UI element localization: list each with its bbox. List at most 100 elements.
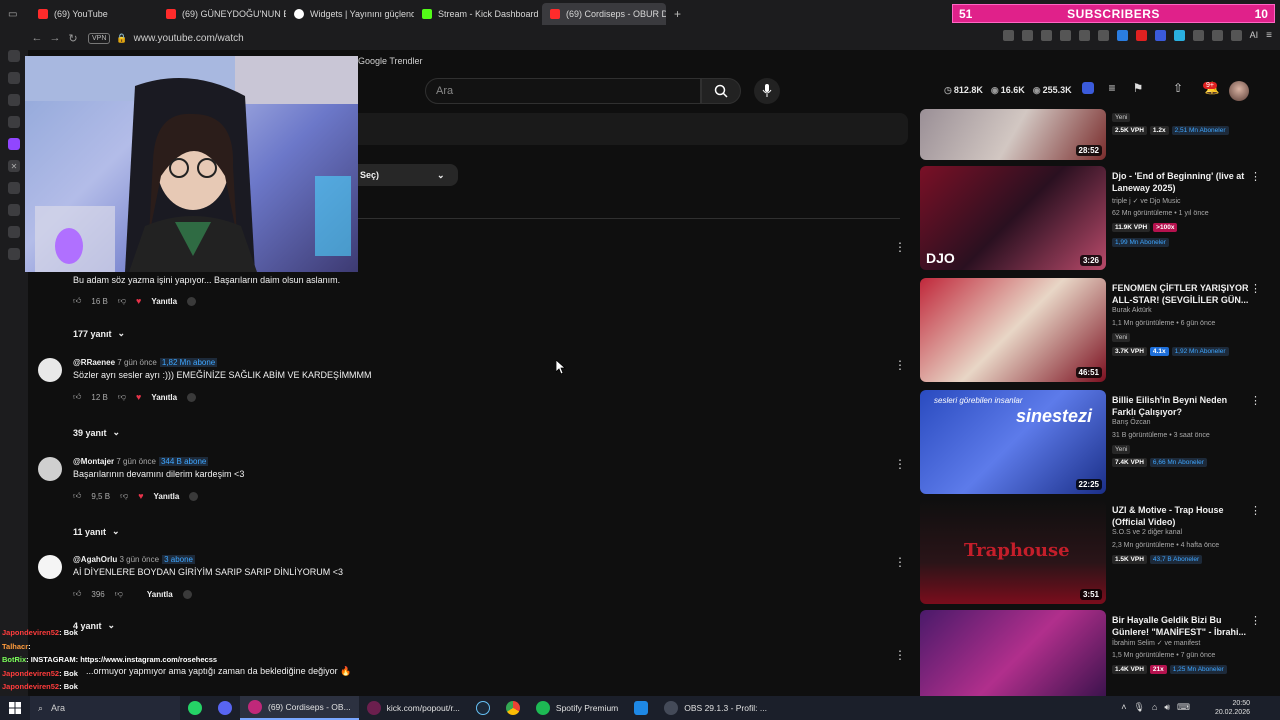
app-icon[interactable] <box>626 696 656 720</box>
video-thumbnail[interactable] <box>920 610 1106 696</box>
play-circle-icon[interactable] <box>8 182 20 194</box>
box-icon[interactable] <box>1097 30 1109 41</box>
more-options-icon[interactable]: ⋮ <box>1250 614 1261 627</box>
start-button[interactable] <box>0 696 30 720</box>
video-title[interactable]: UZI & Motive - Trap House (Official Vide… <box>1112 504 1252 528</box>
back-icon[interactable]: ← <box>28 29 46 47</box>
extension-icon[interactable] <box>1173 30 1185 41</box>
whatsapp-icon[interactable] <box>180 696 210 720</box>
more-options-icon[interactable]: ⋮ <box>894 240 906 254</box>
vpn-badge[interactable]: VPN <box>88 32 111 44</box>
reload-icon[interactable]: ↻ <box>64 29 82 47</box>
channel-name[interactable]: Burak Aktürk <box>1112 307 1152 314</box>
dislike-icon[interactable]: 👎︎ <box>118 296 126 306</box>
forward-icon[interactable]: → <box>46 29 64 47</box>
shield-icon[interactable] <box>1040 30 1052 41</box>
chevron-up-icon[interactable]: ˄ <box>1121 702 1126 713</box>
taskbar-item-spotify[interactable]: Spotify Premium <box>528 696 626 720</box>
reply-button[interactable]: Yanıtla <box>147 590 173 599</box>
comment-author[interactable]: @AgahOrlu <box>73 555 117 564</box>
more-options-icon[interactable]: ⋮ <box>1250 504 1261 517</box>
new-tab-button[interactable]: + <box>666 3 686 25</box>
more-options-icon[interactable]: ⋮ <box>894 358 906 372</box>
video-title[interactable]: Bir Hayalle Geldik Bizi Bu Günlere! "MAN… <box>1112 614 1252 638</box>
dislike-icon[interactable]: 👎︎ <box>118 392 126 402</box>
steam-icon[interactable] <box>468 696 498 720</box>
clock-icon[interactable] <box>8 204 20 216</box>
video-title[interactable]: FENOMEN ÇİFTLER YARIŞIYOR ALL-STAR! (SEV… <box>1112 282 1252 306</box>
more-options-icon[interactable]: ⋮ <box>1250 282 1261 295</box>
reply-button[interactable]: Yanıtla <box>154 492 180 501</box>
m-icon[interactable] <box>8 116 20 128</box>
taskbar-item-browser[interactable]: (69) Cordiseps - OB... <box>240 696 359 720</box>
tab-guneydogu[interactable]: (69) GÜNEYDOĞU'NUN E <box>158 3 286 25</box>
network-icon[interactable]: ⌂ <box>1152 702 1157 713</box>
sidebar-toggle-icon[interactable]: ▭ <box>0 3 30 25</box>
channel-name[interactable]: S.O.S ve 2 diğer kanal <box>1112 529 1182 536</box>
share-icon[interactable] <box>1211 30 1223 41</box>
comment-author[interactable]: @Montajer <box>73 457 114 466</box>
bookmark-google-trends[interactable]: Google Trendler <box>358 56 423 66</box>
video-thumbnail[interactable]: 28:52 <box>920 109 1106 160</box>
video-title[interactable]: Djo - 'End of Beginning' (live at Lanewa… <box>1112 170 1252 194</box>
bag-icon[interactable] <box>8 72 20 84</box>
language-icon[interactable]: ⌨ <box>1177 702 1190 713</box>
tab-cordiseps[interactable]: (69) Cordiseps - OBUR DE <box>542 3 666 25</box>
extension-icon[interactable] <box>1135 30 1147 41</box>
video-title[interactable]: Billie Eilish'in Beyni Neden Farklı Çalı… <box>1112 394 1252 418</box>
heart-icon[interactable] <box>1078 30 1090 41</box>
box-icon[interactable] <box>8 226 20 238</box>
like-icon[interactable]: 👍︎ <box>73 491 81 501</box>
more-options-icon[interactable]: ⋮ <box>894 648 906 662</box>
taskbar-item-obs[interactable]: OBS 29.1.3 - Profil: ... <box>656 696 775 720</box>
recommended-video[interactable]: 46:51 FENOMEN ÇİFTLER YARIŞIYOR ALL-STAR… <box>920 278 1270 382</box>
bookmark-icon[interactable] <box>1002 30 1014 41</box>
search-button[interactable] <box>701 78 741 104</box>
comment-author[interactable]: @RRaenee <box>73 358 115 367</box>
more-options-icon[interactable]: ⋮ <box>894 457 906 471</box>
channel-name[interactable]: triple j ✓ ve Djo Music <box>1112 197 1181 205</box>
video-thumbnail[interactable]: 46:51 <box>920 278 1106 382</box>
like-icon[interactable]: 👍︎ <box>73 296 81 306</box>
volume-icon[interactable]: 🔊︎ <box>1164 702 1170 713</box>
sort-dropdown[interactable]: Seç) ⌄ <box>358 164 458 186</box>
screenshot-icon[interactable] <box>1021 30 1033 41</box>
replies-toggle[interactable]: 39 yanıt ⌄ <box>73 427 120 438</box>
settings-icon[interactable] <box>8 248 20 260</box>
dislike-icon[interactable]: 👎︎ <box>120 491 128 501</box>
video-thumbnail[interactable]: sesleri görebilen insanlar sinestezi 22:… <box>920 390 1106 494</box>
system-clock[interactable]: 20:50 20.02.2026 <box>1215 696 1250 720</box>
play-icon[interactable] <box>1059 30 1071 41</box>
extension-icon[interactable] <box>1154 30 1166 41</box>
avatar[interactable] <box>38 358 62 382</box>
recommended-video[interactable]: DJO 3:26 Djo - 'End of Beginning' (live … <box>920 166 1270 270</box>
extension-icon[interactable] <box>1116 30 1128 41</box>
tab-kick-dashboard[interactable]: Stream - Kick Dashboard <box>414 3 542 25</box>
x-icon[interactable]: ✕ <box>8 160 20 172</box>
taskbar-item-kick[interactable]: kick.com/popout/r... <box>359 696 468 720</box>
replies-toggle[interactable]: 177 yanıt ⌄ <box>73 328 125 339</box>
like-icon[interactable]: 👍︎ <box>73 589 81 599</box>
search-input[interactable]: Ara <box>425 78 701 104</box>
puzzle-icon[interactable] <box>1192 30 1204 41</box>
ai-button[interactable]: AI <box>1250 30 1259 41</box>
messenger-icon[interactable] <box>8 50 20 62</box>
recommended-video[interactable]: 28:52 Yeni 2.5K VPH 1.2x 2,51 Mn Abonele… <box>920 56 1270 160</box>
download-icon[interactable] <box>1230 30 1242 41</box>
microphone-icon[interactable]: 🎙︎ <box>1133 702 1144 713</box>
tab-widgets[interactable]: Widgets | Yayınını güçlend <box>286 3 414 25</box>
avatar[interactable] <box>38 457 62 481</box>
like-icon[interactable]: 👍︎ <box>73 392 81 402</box>
video-thumbnail[interactable]: Traphouse 3:51 <box>920 500 1106 604</box>
recommended-video[interactable]: sesleri görebilen insanlar sinestezi 22:… <box>920 390 1270 494</box>
image-icon[interactable] <box>8 94 20 106</box>
twitch-icon[interactable] <box>8 138 20 150</box>
replies-toggle[interactable]: 11 yanıt ⌄ <box>73 526 120 537</box>
menu-icon[interactable]: ≡ <box>1266 30 1272 41</box>
more-options-icon[interactable]: ⋮ <box>894 555 906 569</box>
channel-name[interactable]: İbrahim Selim ✓ ve manifest <box>1112 639 1200 647</box>
taskbar-search[interactable]: ⌕ Ara <box>30 696 180 720</box>
discord-icon[interactable] <box>210 696 240 720</box>
comment-input-area[interactable] <box>358 113 908 145</box>
channel-name[interactable]: Barış Özcan <box>1112 419 1151 426</box>
